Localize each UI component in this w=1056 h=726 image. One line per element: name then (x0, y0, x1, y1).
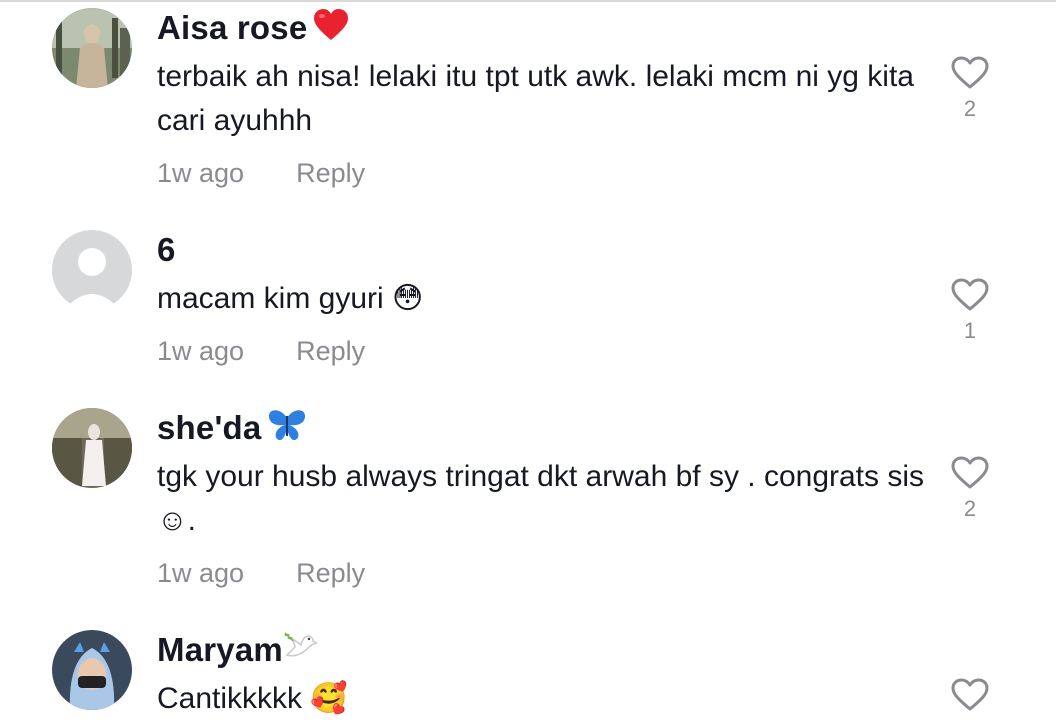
avatar[interactable] (52, 630, 132, 710)
username-text[interactable]: Aisa rose (157, 9, 307, 46)
comment-time: 1w ago (157, 558, 245, 588)
comment-text: macam kim gyuri 😳 (157, 282, 424, 315)
comment-meta: 1w ago Reply (157, 558, 365, 589)
comment-item: 6 macam kim gyuri 😳 1w ago Reply 1 (0, 222, 1056, 402)
like-count: 2 (963, 96, 977, 121)
comment-item: Aisa rose terbaik ah nisa! lelaki itu tp… (0, 0, 1056, 210)
username[interactable]: Aisa rose (157, 6, 349, 53)
comment-text: terbaik ah nisa! lelaki itu tpt utk awk.… (157, 60, 914, 137)
username[interactable]: Maryam (157, 628, 319, 676)
heart-outline-icon[interactable] (951, 56, 989, 90)
red-heart-icon (313, 8, 349, 53)
heart-outline-icon[interactable] (951, 456, 989, 490)
heart-outline-icon[interactable] (951, 678, 989, 712)
comment-item: she'da tgk your husb always tringat dkt … (0, 400, 1056, 610)
comment-item: Maryam Cantikkkkk 🥰 (0, 622, 1056, 726)
comment-meta: 1w ago Reply (157, 336, 365, 367)
reply-button[interactable]: Reply (296, 336, 365, 366)
username-text[interactable]: she'da (157, 409, 261, 446)
like-button[interactable]: 2 (946, 456, 994, 522)
comment-text: tgk your husb always tringat dkt arwah b… (157, 460, 925, 537)
heart-outline-icon[interactable] (951, 278, 989, 312)
like-count: 2 (963, 496, 977, 521)
comment-text: Cantikkkkk 🥰 (157, 682, 348, 715)
avatar[interactable] (52, 408, 132, 488)
avatar[interactable] (52, 230, 132, 310)
comment-time: 1w ago (157, 336, 245, 366)
reply-button[interactable]: Reply (296, 558, 365, 588)
like-button[interactable]: 2 (946, 56, 994, 122)
like-count: 1 (963, 318, 977, 343)
username[interactable]: she'da (157, 406, 307, 453)
username-text[interactable]: 6 (157, 231, 176, 268)
comment-meta: 1w ago Reply (157, 158, 365, 189)
butterfly-icon (267, 408, 307, 453)
like-button[interactable] (946, 678, 994, 712)
like-button[interactable]: 1 (946, 278, 994, 344)
comment-time: 1w ago (157, 158, 245, 188)
username[interactable]: 6 (157, 228, 176, 272)
username-text[interactable]: Maryam (157, 631, 283, 668)
reply-button[interactable]: Reply (296, 158, 365, 188)
avatar[interactable] (52, 8, 132, 88)
dove-icon (283, 629, 319, 676)
